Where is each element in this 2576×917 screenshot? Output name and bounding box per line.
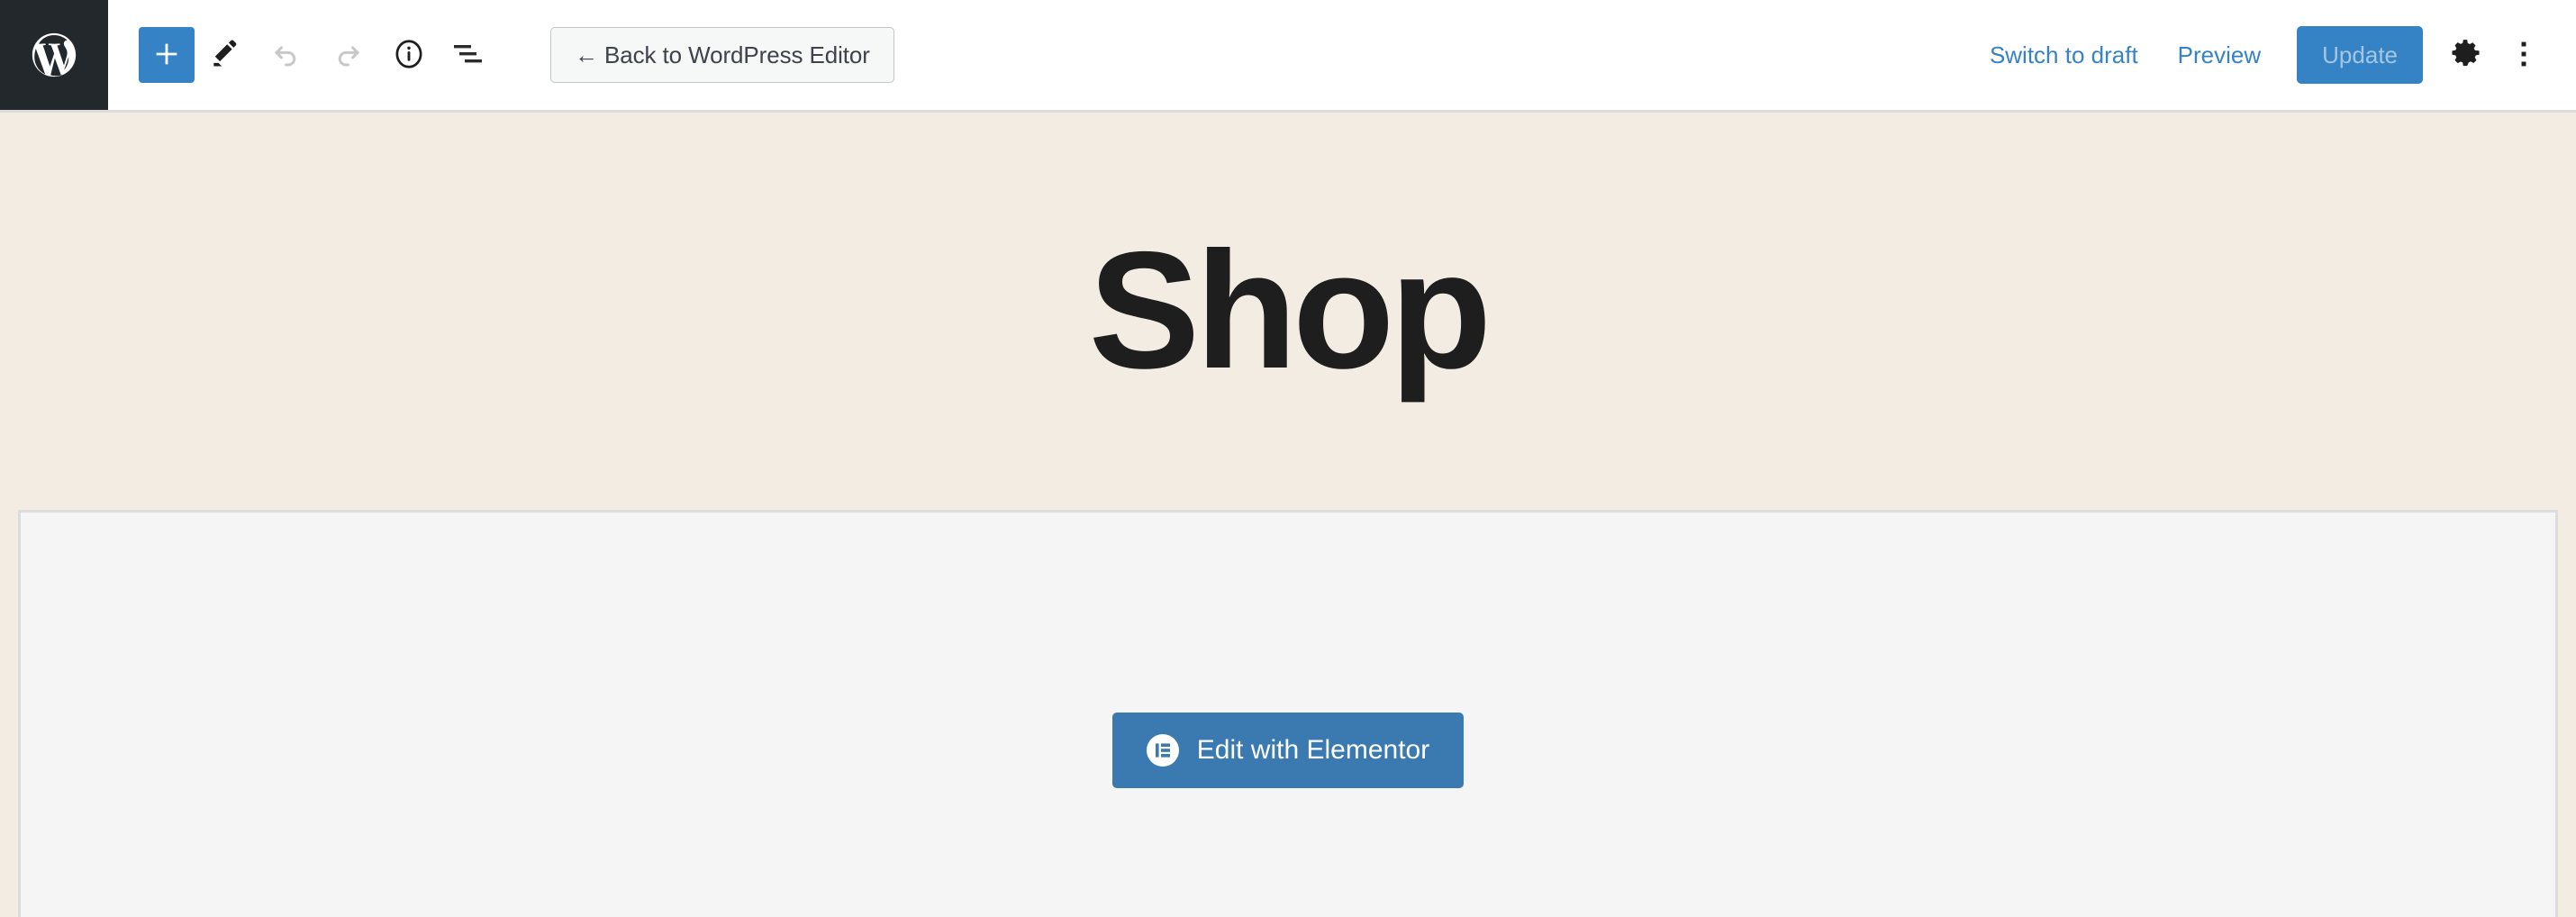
plus-icon bbox=[151, 39, 182, 72]
elementor-logo-icon bbox=[1146, 733, 1179, 767]
details-button[interactable] bbox=[378, 24, 440, 86]
info-circle-icon bbox=[392, 37, 426, 74]
options-menu-button[interactable] bbox=[2499, 25, 2549, 85]
wordpress-logo-button[interactable] bbox=[0, 0, 108, 110]
list-view-button[interactable] bbox=[440, 24, 501, 86]
header-left-toolbar: ← Back to WordPress Editor bbox=[108, 0, 894, 110]
update-button[interactable]: Update bbox=[2297, 26, 2423, 84]
editor-canvas: Shop Edit with Elementor bbox=[0, 113, 2576, 917]
redo-arrow-icon bbox=[331, 37, 365, 74]
back-to-wordpress-editor-button[interactable]: ← Back to WordPress Editor bbox=[550, 27, 894, 83]
content-block-area[interactable]: Edit with Elementor bbox=[18, 510, 2558, 917]
vertical-ellipsis-icon bbox=[2510, 37, 2537, 74]
hero-section: Shop bbox=[0, 113, 2576, 510]
header-spacer bbox=[894, 0, 1970, 110]
editor-app: ← Back to WordPress Editor Switch to dra… bbox=[0, 0, 2576, 917]
undo-arrow-icon bbox=[269, 37, 304, 74]
page-title[interactable]: Shop bbox=[1089, 228, 1492, 395]
tools-pencil-button[interactable] bbox=[195, 24, 256, 86]
pencil-icon bbox=[208, 37, 242, 74]
gear-icon bbox=[2448, 37, 2482, 74]
settings-button[interactable] bbox=[2435, 25, 2495, 85]
switch-to-draft-link[interactable]: Switch to draft bbox=[1970, 0, 2158, 110]
edit-with-elementor-label: Edit with Elementor bbox=[1196, 734, 1430, 765]
edit-with-elementor-button[interactable]: Edit with Elementor bbox=[1111, 712, 1465, 788]
undo-button[interactable] bbox=[256, 24, 317, 86]
add-block-button[interactable] bbox=[139, 27, 195, 83]
wordpress-logo-icon bbox=[28, 29, 80, 81]
redo-button[interactable] bbox=[317, 24, 378, 86]
back-button-label: ← Back to WordPress Editor bbox=[575, 41, 870, 68]
editor-header: ← Back to WordPress Editor Switch to dra… bbox=[0, 0, 2576, 113]
list-view-icon bbox=[452, 41, 488, 70]
preview-link[interactable]: Preview bbox=[2158, 0, 2281, 110]
header-right-toolbar: Switch to draft Preview Update bbox=[1970, 0, 2576, 110]
